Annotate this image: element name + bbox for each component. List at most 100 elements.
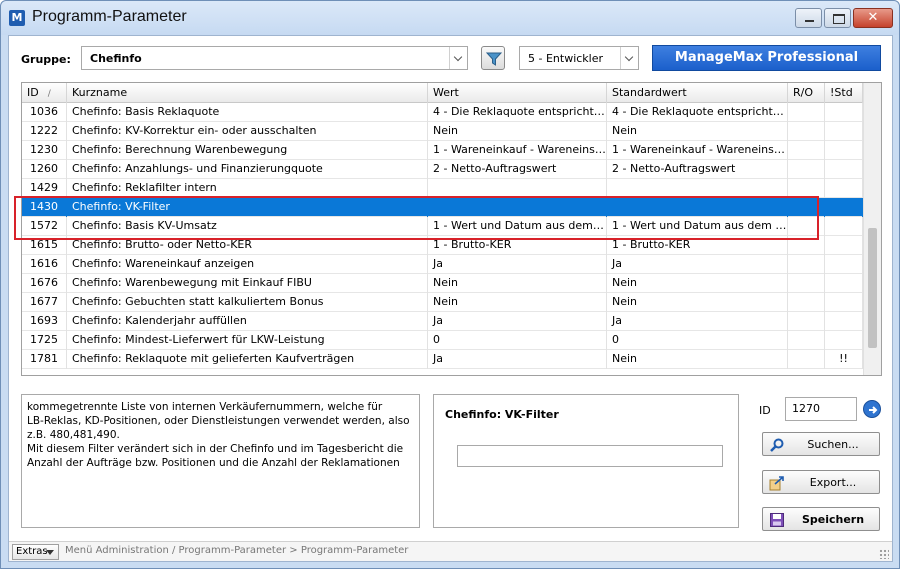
cell-ro	[788, 350, 825, 369]
window-title: Programm-Parameter	[32, 8, 187, 25]
export-button-label: Export...	[809, 476, 857, 489]
cell-std	[825, 198, 863, 217]
cell-id: 1430	[22, 198, 67, 217]
level-select[interactable]: 5 - Entwickler	[519, 46, 639, 70]
cell-kurzname: Chefinfo: Gebuchten statt kalkuliertem B…	[67, 293, 428, 312]
cell-std	[825, 179, 863, 198]
cell-standard: Nein	[607, 274, 788, 293]
cell-wert: Ja	[428, 350, 607, 369]
search-button[interactable]: Suchen...	[762, 432, 880, 456]
extras-dropdown[interactable]: Extras	[12, 544, 59, 560]
cell-ro	[788, 179, 825, 198]
cell-id: 1725	[22, 331, 67, 350]
id-label: ID	[759, 404, 771, 417]
scrollbar-thumb[interactable]	[868, 228, 877, 348]
cell-kurzname: Chefinfo: Anzahlungs- und Finanzierungqu…	[67, 160, 428, 179]
cell-ro	[788, 160, 825, 179]
save-button[interactable]: Speichern	[762, 507, 880, 531]
group-select[interactable]: Chefinfo	[81, 46, 468, 70]
cell-id: 1616	[22, 255, 67, 274]
search-button-label: Suchen...	[807, 438, 859, 451]
column-header-kurzname[interactable]: Kurzname	[67, 83, 428, 103]
cell-ro	[788, 122, 825, 141]
cell-ro	[788, 255, 825, 274]
cell-wert: 1 - Wert und Datum aus dem Auft…	[428, 217, 607, 236]
title-bar[interactable]: M Programm-Parameter ✕	[1, 1, 899, 35]
group-select-value: Chefinfo	[90, 52, 142, 65]
table-row[interactable]: 1429 Chefinfo: Reklafilter intern	[22, 179, 863, 198]
cell-id: 1615	[22, 236, 67, 255]
table-row[interactable]: 1693 Chefinfo: Kalenderjahr auffüllen Ja Ja	[22, 312, 863, 331]
cell-std	[825, 103, 863, 122]
cell-std	[825, 141, 863, 160]
column-header-id[interactable]: ID /	[22, 83, 67, 103]
cell-std	[825, 274, 863, 293]
column-header-std[interactable]: !Std	[825, 83, 863, 103]
cell-wert: 0	[428, 331, 607, 350]
cell-standard: 1 - Wert und Datum aus dem Auft…	[607, 217, 788, 236]
cell-kurzname: Chefinfo: VK-Filter	[67, 198, 428, 217]
table-row[interactable]: 1676 Chefinfo: Warenbewegung mit Einkauf …	[22, 274, 863, 293]
table-row[interactable]: 1616 Chefinfo: Wareneinkauf anzeigen Ja Ja	[22, 255, 863, 274]
cell-kurzname: Chefinfo: Basis KV-Umsatz	[67, 217, 428, 236]
cell-std: !!	[825, 350, 863, 369]
cell-kurzname: Chefinfo: Basis Reklaquote	[67, 103, 428, 122]
cell-std	[825, 217, 863, 236]
cell-standard: Nein	[607, 122, 788, 141]
cell-standard: Ja	[607, 312, 788, 331]
cell-std	[825, 331, 863, 350]
main-window: M Programm-Parameter ✕ Gruppe: Chefinfo …	[0, 0, 900, 569]
table-row[interactable]: 1260 Chefinfo: Anzahlungs- und Finanzieru…	[22, 160, 863, 179]
cell-standard: Nein	[607, 293, 788, 312]
table-row[interactable]: 1725 Chefinfo: Mindest-Lieferwert für LKW…	[22, 331, 863, 350]
table-row[interactable]: 1572 Chefinfo: Basis KV-Umsatz 1 - Wert un…	[22, 217, 863, 236]
cell-standard: Ja	[607, 255, 788, 274]
table-row[interactable]: 1781 Chefinfo: Reklaquote mit gelieferten…	[22, 350, 863, 369]
cell-ro	[788, 312, 825, 331]
export-button[interactable]: Export...	[762, 470, 880, 494]
group-label: Gruppe:	[21, 53, 71, 66]
cell-id: 1693	[22, 312, 67, 331]
minimize-button[interactable]	[795, 8, 822, 28]
table-row[interactable]: 1230 Chefinfo: Berechnung Warenbewegung 1 …	[22, 141, 863, 160]
cell-standard: 1 - Wareneinkauf - Wareneinsatz	[607, 141, 788, 160]
cell-standard: 2 - Netto-Auftragswert	[607, 160, 788, 179]
cell-id: 1036	[22, 103, 67, 122]
table-row[interactable]: 1036 Chefinfo: Basis Reklaquote 4 - Die Re…	[22, 103, 863, 122]
parameter-description: kommegetrennte Liste von internen Verkäu…	[21, 394, 420, 528]
maximize-button[interactable]	[824, 8, 851, 28]
cell-kurzname: Chefinfo: Wareneinkauf anzeigen	[67, 255, 428, 274]
cell-ro	[788, 331, 825, 350]
cell-kurzname: Chefinfo: Mindest-Lieferwert für LKW-Lei…	[67, 331, 428, 350]
cell-std	[825, 312, 863, 331]
filter-button[interactable]	[481, 46, 505, 70]
column-header-ro[interactable]: R/O	[788, 83, 825, 103]
detail-value-input[interactable]	[457, 445, 723, 467]
cell-id: 1677	[22, 293, 67, 312]
column-header-standardwert[interactable]: Standardwert	[607, 83, 788, 103]
id-input[interactable]: 1270	[785, 397, 857, 421]
cell-standard	[607, 179, 788, 198]
search-icon	[770, 438, 784, 452]
table-row[interactable]: 1222 Chefinfo: KV-Korrektur ein- oder aus…	[22, 122, 863, 141]
chevron-down-icon[interactable]	[449, 47, 467, 69]
chevron-down-icon[interactable]	[620, 47, 638, 69]
cell-kurzname: Chefinfo: Kalenderjahr auffüllen	[67, 312, 428, 331]
resize-grip-icon[interactable]	[879, 549, 889, 559]
table-row[interactable]: 1615 Chefinfo: Brutto- oder Netto-KER 1 - …	[22, 236, 863, 255]
cell-kurzname: Chefinfo: Warenbewegung mit Einkauf FIBU	[67, 274, 428, 293]
column-header-wert[interactable]: Wert	[428, 83, 607, 103]
close-button[interactable]: ✕	[853, 8, 893, 28]
vertical-scrollbar[interactable]	[863, 83, 881, 375]
cell-std	[825, 122, 863, 141]
detail-title: Chefinfo: VK-Filter	[445, 408, 559, 421]
cell-ro	[788, 217, 825, 236]
cell-wert: Ja	[428, 312, 607, 331]
table-row-selected[interactable]: 1430 Chefinfo: VK-Filter	[22, 198, 863, 217]
cell-standard: 0	[607, 331, 788, 350]
go-button[interactable]	[863, 400, 881, 418]
table-row[interactable]: 1677 Chefinfo: Gebuchten statt kalkuliert…	[22, 293, 863, 312]
parameter-table: ID / Kurzname Wert Standardwert R/O !Std …	[21, 82, 882, 376]
arrow-right-icon	[869, 406, 878, 414]
cell-standard: 1 - Brutto-KER	[607, 236, 788, 255]
